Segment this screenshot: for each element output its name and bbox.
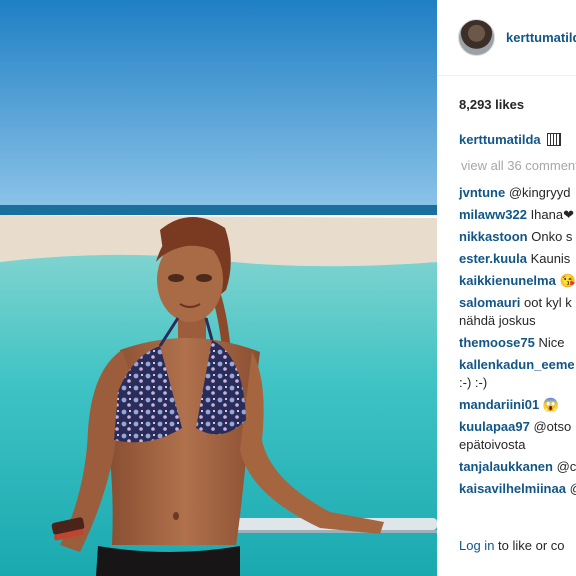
comment-text: :-) :-) — [459, 375, 488, 390]
sky — [0, 0, 437, 210]
comment: kallenkadun_eeme :-) :-) — [459, 356, 576, 392]
comment-username-link[interactable]: kaikkienunelma — [459, 273, 556, 288]
comment-text-continued: nähdä joskus — [459, 313, 536, 328]
comment-username-link[interactable]: themoose75 — [459, 335, 535, 350]
header-username-link[interactable]: kerttumatilda — [506, 30, 576, 45]
comment: ester.kuula Kaunis — [459, 250, 576, 268]
comment: kaisavilhelmiinaa @ — [459, 480, 576, 498]
post-photo[interactable] — [0, 0, 437, 576]
comment: kaikkienunelma 😘 — [459, 272, 576, 290]
comment-text: Onko s — [531, 229, 573, 244]
post-header: kerttumatilda — [437, 0, 576, 76]
comment-list: jvntune @kingryyd milaww322 Ihana❤ nikka… — [459, 184, 576, 502]
comment-username-link[interactable]: tanjalaukkanen — [459, 459, 553, 474]
comment-text: @otso — [533, 419, 572, 434]
login-link[interactable]: Log in — [459, 538, 494, 553]
comment-text: oot kyl k — [524, 295, 572, 310]
likes-count[interactable]: 8,293 likes — [459, 97, 524, 112]
comment-text: 😘 — [559, 273, 576, 288]
horizon-water — [0, 205, 437, 215]
comment: tanjalaukkanen @c — [459, 458, 576, 476]
comment: salomauri oot kyl k nähdä joskus — [459, 294, 576, 330]
comment-text: 😱 — [542, 397, 560, 412]
comment: jvntune @kingryyd — [459, 184, 576, 202]
comment-text-continued: epätoivosta — [459, 437, 526, 452]
comment-text: @kingryyd — [508, 185, 571, 200]
comment: themoose75 Nice — [459, 334, 576, 352]
login-prompt: Log in to like or co — [459, 538, 565, 553]
comment: kuulapaa97 @otso epätoivosta — [459, 418, 576, 454]
avatar[interactable] — [458, 19, 495, 56]
caption-username-link[interactable]: kerttumatilda — [459, 132, 541, 147]
login-prompt-text: to like or co — [494, 538, 565, 553]
beach-photo-image — [0, 0, 437, 576]
comment-username-link[interactable]: nikkastoon — [459, 229, 528, 244]
comment-username-link[interactable]: kallenkadun_eeme — [459, 357, 575, 372]
view-all-comments-link[interactable]: view all 36 comments — [461, 158, 576, 173]
comment-username-link[interactable]: jvntune — [459, 185, 505, 200]
comment-username-link[interactable]: salomauri — [459, 295, 520, 310]
comment-username-link[interactable]: kuulapaa97 — [459, 419, 530, 434]
comment-text: @c — [556, 459, 576, 474]
comment: milaww322 Ihana❤ — [459, 206, 576, 224]
post-side-panel: kerttumatilda 8,293 likes kerttumatilda … — [437, 0, 576, 576]
comment-username-link[interactable]: milaww322 — [459, 207, 527, 222]
comment: mandariini01 😱 — [459, 396, 576, 414]
comment-username-link[interactable]: kaisavilhelmiinaa — [459, 481, 566, 496]
comment-text: Nice — [538, 335, 565, 350]
comment: nikkastoon Onko s — [459, 228, 576, 246]
comment-text: @ — [570, 481, 576, 496]
caption: kerttumatilda — [459, 132, 562, 147]
comment-username-link[interactable]: ester.kuula — [459, 251, 527, 266]
comment-username-link[interactable]: mandariini01 — [459, 397, 539, 412]
flag-icon — [547, 133, 562, 146]
comment-text: Ihana❤ — [530, 207, 574, 222]
comment-text: Kaunis — [530, 251, 571, 266]
